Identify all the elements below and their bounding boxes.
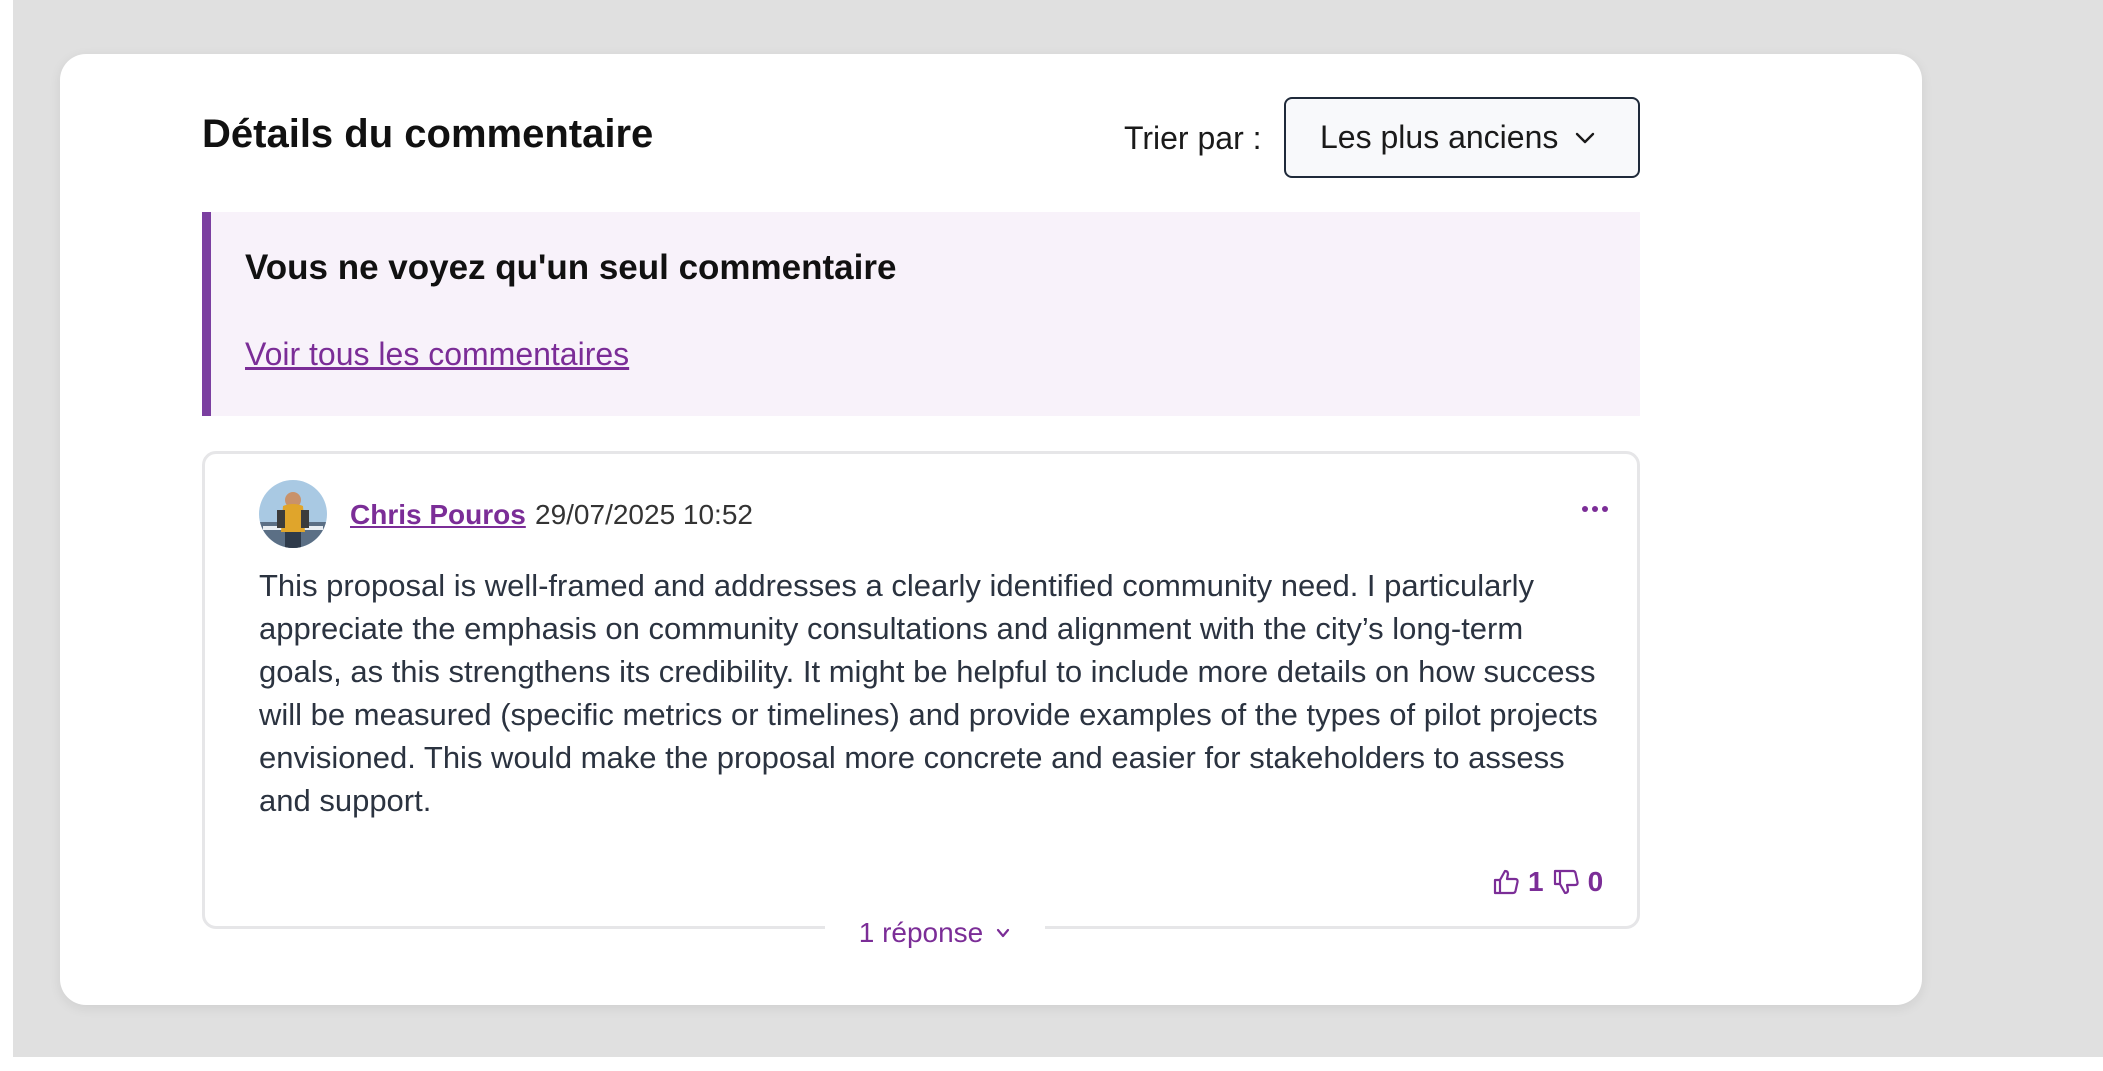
avatar-image <box>259 480 327 548</box>
comment-details-panel: Détails du commentaire Trier par : Les p… <box>60 54 1922 1005</box>
author-name-link[interactable]: Chris Pouros <box>350 499 526 531</box>
sort-dropdown[interactable]: Les plus anciens <box>1284 97 1640 178</box>
more-icon[interactable] <box>1575 494 1615 524</box>
sort-label: Trier par : <box>1124 120 1262 156</box>
chevron-down-icon <box>997 928 1010 938</box>
avatar[interactable] <box>259 480 327 548</box>
page-title: Détails du commentaire <box>202 112 654 156</box>
thumbs-down-icon[interactable] <box>1551 867 1581 897</box>
upvote-count: 1 <box>1528 866 1544 897</box>
notice-heading: Vous ne voyez qu'un seul commentaire <box>245 248 897 287</box>
chevron-down-icon <box>1575 132 1595 144</box>
replies-label: 1 réponse <box>858 917 984 948</box>
view-all-comments-link[interactable]: Voir tous les commentaires <box>245 336 629 373</box>
sort-selected-value: Les plus anciens <box>1320 119 1559 155</box>
comment-timestamp: 29/07/2025 10:52 <box>535 499 753 530</box>
comment-body: This proposal is well-framed and address… <box>259 568 1598 818</box>
thumbs-up-icon[interactable] <box>1491 867 1521 897</box>
downvote-count: 0 <box>1587 866 1604 897</box>
single-comment-notice: Vous ne voyez qu'un seul commentaire Voi… <box>202 212 1640 416</box>
replies-toggle[interactable]: 1 réponse <box>825 913 1045 953</box>
vote-controls: 1 0 <box>1491 864 1603 900</box>
comment-card: Chris Pouros 29/07/2025 10:52 This propo… <box>202 451 1640 953</box>
